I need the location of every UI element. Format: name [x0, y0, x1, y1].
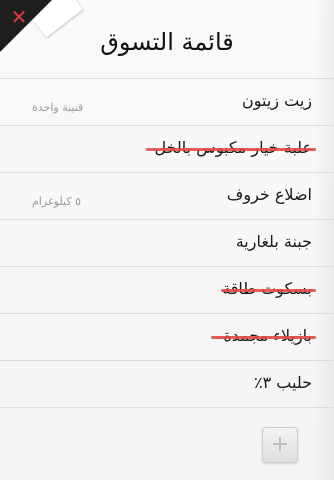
item-name: جبنة بلغارية	[235, 232, 312, 251]
list-item[interactable]: حليب ٣٪	[0, 360, 334, 408]
strike-through	[146, 148, 316, 151]
add-item-button[interactable]: +	[262, 427, 298, 463]
list-item[interactable]: اضلاع خروف ٥ كيلوغرام	[0, 172, 334, 219]
close-icon[interactable]: ✕	[8, 6, 30, 28]
list-item[interactable]: بازيلاء مجمدة	[0, 313, 334, 360]
strike-through	[221, 289, 316, 292]
list-item[interactable]: زيت زيتون قنينة واحدة	[0, 78, 334, 125]
item-name: حليب ٣٪	[254, 373, 312, 392]
list-item[interactable]: علبة خيار مكبوس بالخل	[0, 125, 334, 172]
item-quantity: ٥ كيلوغرام	[32, 195, 81, 208]
list-item[interactable]: جبنة بلغارية	[0, 219, 334, 266]
strike-through	[211, 336, 316, 339]
item-name: زيت زيتون	[242, 91, 312, 110]
item-name: اضلاع خروف	[226, 185, 312, 204]
list-item[interactable]: بسكوت طاقة	[0, 266, 334, 313]
shopping-list: زيت زيتون قنينة واحدة علبة خيار مكبوس با…	[0, 78, 334, 408]
item-quantity: قنينة واحدة	[32, 101, 84, 114]
